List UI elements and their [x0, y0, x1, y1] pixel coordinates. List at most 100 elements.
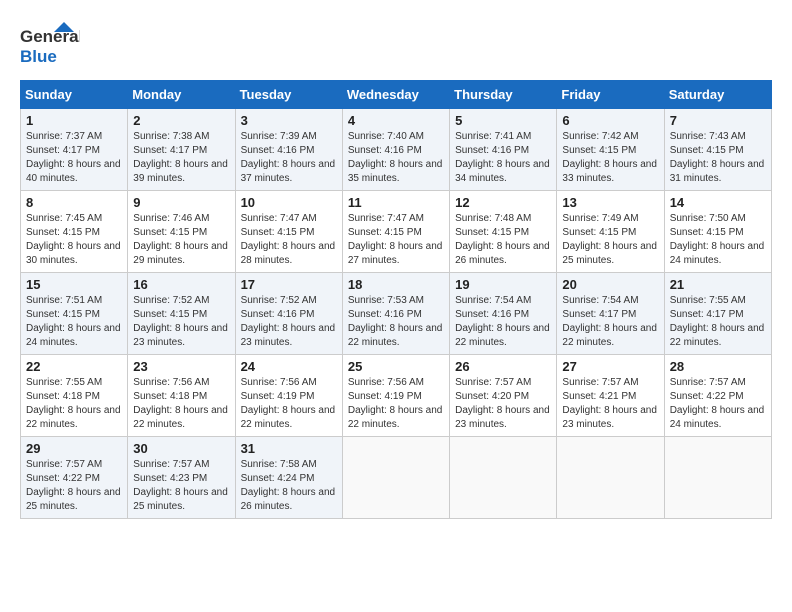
- logo: GeneralBlue: [20, 20, 80, 70]
- day-number: 28: [670, 359, 766, 374]
- day-number: 17: [241, 277, 337, 292]
- calendar-table: SundayMondayTuesdayWednesdayThursdayFrid…: [20, 80, 772, 519]
- day-cell: [342, 437, 449, 519]
- day-detail: Sunrise: 7:55 AM Sunset: 4:18 PM Dayligh…: [26, 376, 122, 432]
- day-number: 5: [455, 113, 551, 128]
- page-header: GeneralBlue: [20, 20, 772, 70]
- logo-icon: GeneralBlue: [20, 20, 80, 70]
- day-detail: Sunrise: 7:46 AM Sunset: 4:15 PM Dayligh…: [133, 212, 229, 268]
- day-detail: Sunrise: 7:40 AM Sunset: 4:16 PM Dayligh…: [348, 130, 444, 186]
- day-detail: Sunrise: 7:38 AM Sunset: 4:17 PM Dayligh…: [133, 130, 229, 186]
- day-detail: Sunrise: 7:57 AM Sunset: 4:22 PM Dayligh…: [670, 376, 766, 432]
- day-number: 3: [241, 113, 337, 128]
- day-cell: 17 Sunrise: 7:52 AM Sunset: 4:16 PM Dayli…: [235, 273, 342, 355]
- day-cell: 16 Sunrise: 7:52 AM Sunset: 4:15 PM Dayli…: [128, 273, 235, 355]
- day-number: 18: [348, 277, 444, 292]
- day-number: 9: [133, 195, 229, 210]
- header-cell-thursday: Thursday: [450, 81, 557, 109]
- week-row-5: 29 Sunrise: 7:57 AM Sunset: 4:22 PM Dayli…: [21, 437, 772, 519]
- day-number: 6: [562, 113, 658, 128]
- day-cell: 8 Sunrise: 7:45 AM Sunset: 4:15 PM Daylig…: [21, 191, 128, 273]
- header-cell-monday: Monday: [128, 81, 235, 109]
- day-number: 11: [348, 195, 444, 210]
- day-cell: 24Sunrise: 7:56 AM Sunset: 4:19 PM Dayli…: [235, 355, 342, 437]
- day-detail: Sunrise: 7:47 AM Sunset: 4:15 PM Dayligh…: [348, 212, 444, 268]
- day-detail: Sunrise: 7:57 AM Sunset: 4:21 PM Dayligh…: [562, 376, 658, 432]
- day-detail: Sunrise: 7:42 AM Sunset: 4:15 PM Dayligh…: [562, 130, 658, 186]
- day-detail: Sunrise: 7:45 AM Sunset: 4:15 PM Dayligh…: [26, 212, 122, 268]
- day-detail: Sunrise: 7:56 AM Sunset: 4:19 PM Dayligh…: [348, 376, 444, 432]
- day-cell: 12Sunrise: 7:48 AM Sunset: 4:15 PM Dayli…: [450, 191, 557, 273]
- day-number: 26: [455, 359, 551, 374]
- day-number: 23: [133, 359, 229, 374]
- day-cell: 25Sunrise: 7:56 AM Sunset: 4:19 PM Dayli…: [342, 355, 449, 437]
- day-number: 21: [670, 277, 766, 292]
- day-number: 14: [670, 195, 766, 210]
- day-number: 22: [26, 359, 122, 374]
- day-detail: Sunrise: 7:50 AM Sunset: 4:15 PM Dayligh…: [670, 212, 766, 268]
- day-cell: 28 Sunrise: 7:57 AM Sunset: 4:22 PM Dayli…: [664, 355, 771, 437]
- day-detail: Sunrise: 7:37 AM Sunset: 4:17 PM Dayligh…: [26, 130, 122, 186]
- day-number: 8: [26, 195, 122, 210]
- week-row-2: 8 Sunrise: 7:45 AM Sunset: 4:15 PM Daylig…: [21, 191, 772, 273]
- day-number: 20: [562, 277, 658, 292]
- day-number: 1: [26, 113, 122, 128]
- day-detail: Sunrise: 7:48 AM Sunset: 4:15 PM Dayligh…: [455, 212, 551, 268]
- day-number: 30: [133, 441, 229, 456]
- day-cell: [450, 437, 557, 519]
- day-cell: 2Sunrise: 7:38 AM Sunset: 4:17 PM Daylig…: [128, 109, 235, 191]
- day-cell: [557, 437, 664, 519]
- day-cell: 26 Sunrise: 7:57 AM Sunset: 4:20 PM Dayli…: [450, 355, 557, 437]
- day-cell: 18 Sunrise: 7:53 AM Sunset: 4:16 PM Dayli…: [342, 273, 449, 355]
- week-row-3: 15Sunrise: 7:51 AM Sunset: 4:15 PM Dayli…: [21, 273, 772, 355]
- day-number: 10: [241, 195, 337, 210]
- header-cell-wednesday: Wednesday: [342, 81, 449, 109]
- day-cell: 9 Sunrise: 7:46 AM Sunset: 4:15 PM Daylig…: [128, 191, 235, 273]
- day-cell: 30 Sunrise: 7:57 AM Sunset: 4:23 PM Dayli…: [128, 437, 235, 519]
- day-detail: Sunrise: 7:57 AM Sunset: 4:23 PM Dayligh…: [133, 458, 229, 514]
- day-detail: Sunrise: 7:43 AM Sunset: 4:15 PM Dayligh…: [670, 130, 766, 186]
- header-cell-saturday: Saturday: [664, 81, 771, 109]
- header-cell-tuesday: Tuesday: [235, 81, 342, 109]
- day-detail: Sunrise: 7:56 AM Sunset: 4:18 PM Dayligh…: [133, 376, 229, 432]
- day-cell: 21 Sunrise: 7:55 AM Sunset: 4:17 PM Dayli…: [664, 273, 771, 355]
- day-detail: Sunrise: 7:51 AM Sunset: 4:15 PM Dayligh…: [26, 294, 122, 350]
- day-cell: 22 Sunrise: 7:55 AM Sunset: 4:18 PM Dayli…: [21, 355, 128, 437]
- day-detail: Sunrise: 7:49 AM Sunset: 4:15 PM Dayligh…: [562, 212, 658, 268]
- day-number: 19: [455, 277, 551, 292]
- day-detail: Sunrise: 7:53 AM Sunset: 4:16 PM Dayligh…: [348, 294, 444, 350]
- day-detail: Sunrise: 7:58 AM Sunset: 4:24 PM Dayligh…: [241, 458, 337, 514]
- day-cell: 5Sunrise: 7:41 AM Sunset: 4:16 PM Daylig…: [450, 109, 557, 191]
- day-cell: 7 Sunrise: 7:43 AM Sunset: 4:15 PM Daylig…: [664, 109, 771, 191]
- day-detail: Sunrise: 7:55 AM Sunset: 4:17 PM Dayligh…: [670, 294, 766, 350]
- day-detail: Sunrise: 7:47 AM Sunset: 4:15 PM Dayligh…: [241, 212, 337, 268]
- day-detail: Sunrise: 7:57 AM Sunset: 4:20 PM Dayligh…: [455, 376, 551, 432]
- day-cell: 19 Sunrise: 7:54 AM Sunset: 4:16 PM Dayli…: [450, 273, 557, 355]
- day-detail: Sunrise: 7:52 AM Sunset: 4:16 PM Dayligh…: [241, 294, 337, 350]
- svg-text:Blue: Blue: [20, 47, 57, 66]
- day-cell: 6 Sunrise: 7:42 AM Sunset: 4:15 PM Daylig…: [557, 109, 664, 191]
- day-cell: 23 Sunrise: 7:56 AM Sunset: 4:18 PM Dayli…: [128, 355, 235, 437]
- day-cell: 29 Sunrise: 7:57 AM Sunset: 4:22 PM Dayli…: [21, 437, 128, 519]
- header-cell-friday: Friday: [557, 81, 664, 109]
- week-row-4: 22 Sunrise: 7:55 AM Sunset: 4:18 PM Dayli…: [21, 355, 772, 437]
- day-cell: 31Sunrise: 7:58 AM Sunset: 4:24 PM Dayli…: [235, 437, 342, 519]
- day-number: 29: [26, 441, 122, 456]
- day-number: 7: [670, 113, 766, 128]
- day-cell: 14 Sunrise: 7:50 AM Sunset: 4:15 PM Dayli…: [664, 191, 771, 273]
- day-cell: 13Sunrise: 7:49 AM Sunset: 4:15 PM Dayli…: [557, 191, 664, 273]
- day-detail: Sunrise: 7:57 AM Sunset: 4:22 PM Dayligh…: [26, 458, 122, 514]
- day-cell: 11 Sunrise: 7:47 AM Sunset: 4:15 PM Dayli…: [342, 191, 449, 273]
- day-detail: Sunrise: 7:54 AM Sunset: 4:17 PM Dayligh…: [562, 294, 658, 350]
- calendar-header: SundayMondayTuesdayWednesdayThursdayFrid…: [21, 81, 772, 109]
- day-detail: Sunrise: 7:56 AM Sunset: 4:19 PM Dayligh…: [241, 376, 337, 432]
- day-cell: 4Sunrise: 7:40 AM Sunset: 4:16 PM Daylig…: [342, 109, 449, 191]
- header-cell-sunday: Sunday: [21, 81, 128, 109]
- day-detail: Sunrise: 7:54 AM Sunset: 4:16 PM Dayligh…: [455, 294, 551, 350]
- day-cell: 10 Sunrise: 7:47 AM Sunset: 4:15 PM Dayli…: [235, 191, 342, 273]
- day-cell: 15Sunrise: 7:51 AM Sunset: 4:15 PM Dayli…: [21, 273, 128, 355]
- day-number: 27: [562, 359, 658, 374]
- day-number: 16: [133, 277, 229, 292]
- header-row: SundayMondayTuesdayWednesdayThursdayFrid…: [21, 81, 772, 109]
- day-detail: Sunrise: 7:52 AM Sunset: 4:15 PM Dayligh…: [133, 294, 229, 350]
